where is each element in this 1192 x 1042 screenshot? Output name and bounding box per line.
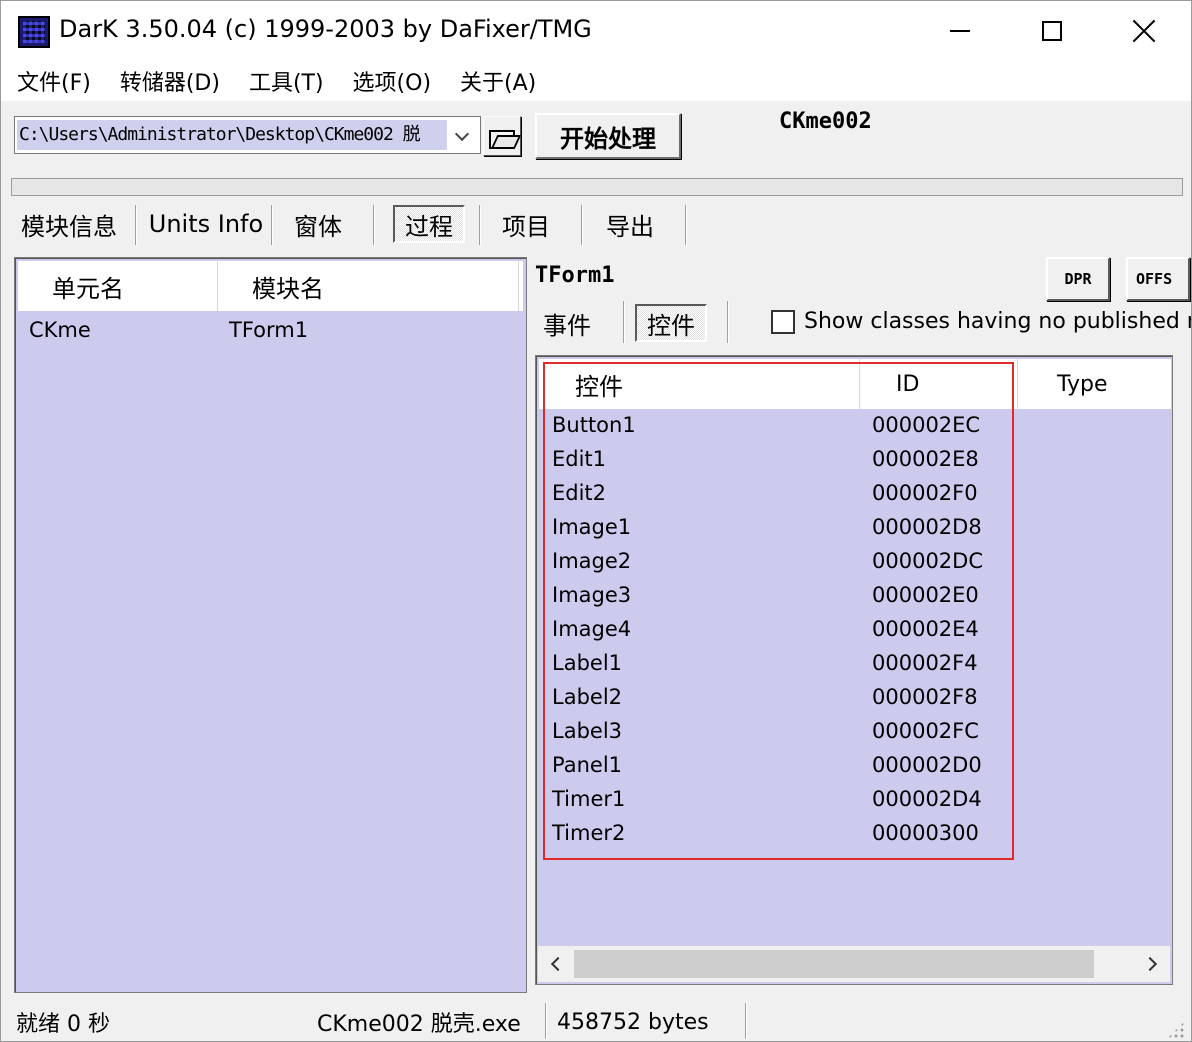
menu-file[interactable]: 文件(F) [7, 65, 101, 97]
subtab-controls[interactable]: 控件 [635, 301, 707, 345]
minimize-icon [950, 30, 970, 32]
menu-tools[interactable]: 工具(T) [239, 65, 334, 97]
horizontal-scrollbar[interactable] [538, 946, 1170, 982]
tab-units-info[interactable]: Units Info [147, 201, 265, 247]
scrollbar-thumb[interactable] [574, 950, 1094, 978]
app-window: DarK 3.50.04 (c) 1999-2003 by DaFixer/TM… [0, 0, 1192, 1042]
minimize-button[interactable] [914, 1, 1006, 61]
module-name-cell: TForm1 [229, 318, 309, 342]
tab-divider [479, 205, 481, 245]
units-list[interactable]: 单元名 模块名 CKme TForm1 [14, 257, 527, 993]
menu-options[interactable]: 选项(O) [343, 65, 441, 97]
chevron-left-icon [550, 956, 566, 972]
status-filename: CKme002 脱壳.exe [317, 1012, 521, 1037]
tab-divider [271, 205, 273, 245]
scroll-right-button[interactable] [1136, 946, 1168, 982]
file-path-value[interactable]: C:\Users\Administrator\Desktop\CKme002 脱 [17, 120, 447, 150]
app-icon[interactable] [18, 16, 50, 48]
start-processing-button[interactable]: 开始处理 [535, 113, 681, 159]
status-divider [745, 1003, 747, 1039]
column-header-unit[interactable]: 单元名 [52, 261, 124, 311]
title-bar: DarK 3.50.04 (c) 1999-2003 by DaFixer/TM… [1, 1, 1191, 61]
tab-exports[interactable]: 导出 [595, 201, 665, 247]
tab-label: 项目 [502, 212, 550, 241]
chevron-down-icon[interactable] [455, 129, 469, 143]
subtab-label: 事件 [543, 311, 591, 340]
main-tab-strip: 模块信息 Units Info 窗体 过程 项目 导出 [1, 201, 701, 247]
tab-label: 模块信息 [21, 212, 117, 241]
status-state: 就绪 0 秒 [16, 1012, 110, 1037]
status-bar: 就绪 0 秒 CKme002 脱壳.exe 458752 bytes [1, 1001, 1191, 1041]
checkbox-label: Show classes having no published meth [804, 309, 1191, 334]
tab-divider [135, 205, 137, 245]
tab-label: Units Info [148, 210, 264, 238]
tab-label: 导出 [606, 212, 654, 241]
tab-divider [685, 205, 687, 245]
tab-divider [581, 205, 583, 245]
tab-module-info[interactable]: 模块信息 [11, 201, 127, 247]
column-divider[interactable] [217, 261, 218, 311]
close-icon [1132, 19, 1156, 43]
tab-procedures[interactable]: 过程 [387, 201, 471, 247]
status-filesize: 458752 bytes [557, 1009, 709, 1035]
tab-divider [623, 301, 625, 343]
chevron-right-icon [1142, 956, 1158, 972]
column-header-module[interactable]: 模块名 [252, 261, 324, 311]
units-list-header: 单元名 模块名 [18, 261, 523, 311]
status-divider [545, 1003, 547, 1039]
tab-project[interactable]: 项目 [491, 201, 561, 247]
highlight-box [543, 362, 1014, 860]
window-title: DarK 3.50.04 (c) 1999-2003 by DaFixer/TM… [59, 15, 592, 43]
menu-dumper[interactable]: 转储器(D) [110, 65, 230, 97]
open-folder-icon [489, 126, 515, 149]
tab-label: 过程 [393, 205, 465, 243]
resize-grip-icon[interactable] [1167, 1021, 1185, 1039]
tab-divider [727, 301, 729, 343]
column-header-type[interactable]: Type [1057, 359, 1108, 409]
subtab-events[interactable]: 事件 [543, 301, 591, 345]
file-path-combobox[interactable]: C:\Users\Administrator\Desktop\CKme002 脱 [14, 116, 481, 154]
column-divider[interactable] [518, 261, 519, 311]
tab-label: 窗体 [294, 212, 342, 241]
show-classes-checkbox[interactable]: Show classes having no published meth [771, 309, 1191, 334]
tab-forms[interactable]: 窗体 [283, 201, 353, 247]
dpr-button[interactable]: DPR [1046, 257, 1110, 301]
subtab-label: 控件 [635, 304, 707, 342]
maximize-icon [1042, 21, 1062, 41]
offs-button[interactable]: OFFS [1126, 257, 1190, 301]
menu-about[interactable]: 关于(A) [450, 65, 546, 97]
maximize-button[interactable] [1006, 1, 1098, 61]
column-divider[interactable] [1017, 359, 1018, 409]
unit-name-cell: CKme [29, 318, 91, 342]
scroll-left-button[interactable] [540, 946, 572, 982]
tab-divider [373, 205, 375, 245]
progress-bar [11, 178, 1183, 196]
module-name-label: CKme002 [779, 109, 872, 134]
open-file-button[interactable] [483, 116, 521, 156]
form-title: TForm1 [535, 263, 615, 288]
checkbox-box[interactable] [771, 309, 795, 334]
menu-bar: 文件(F) 转储器(D) 工具(T) 选项(O) 关于(A) [1, 61, 1191, 101]
close-button[interactable] [1098, 1, 1190, 61]
